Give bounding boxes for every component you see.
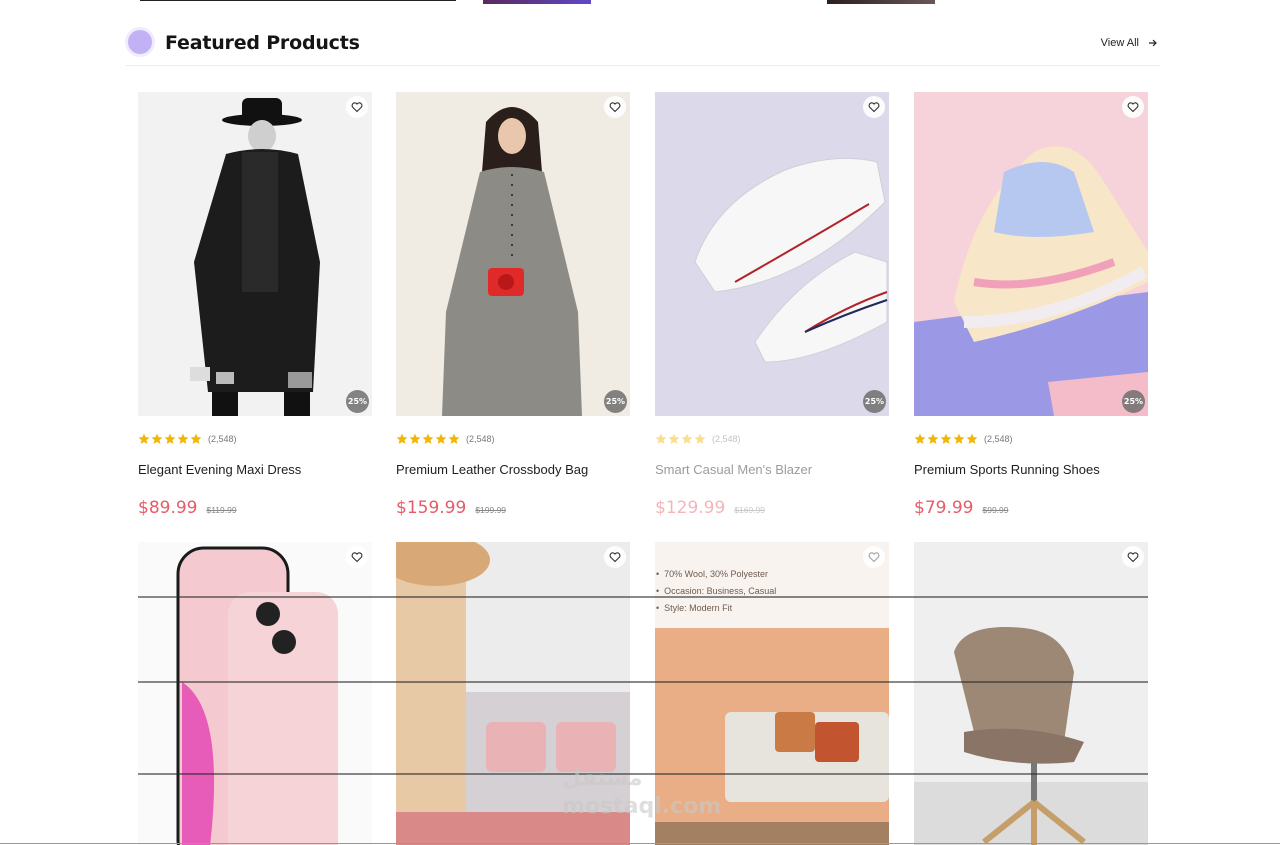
render-glitch-line — [138, 681, 1148, 683]
discount-badge: 25% — [1122, 390, 1145, 413]
star-icon — [435, 433, 447, 444]
page: Featured Products View All 25% (2,548) E… — [0, 0, 1280, 845]
product-card[interactable]: 25% (2,548) Elegant Evening Maxi Dress $… — [138, 92, 372, 518]
sale-price: $159.99 — [396, 498, 467, 518]
original-price: $99.99 — [982, 505, 1009, 515]
view-all-link[interactable]: View All — [1101, 37, 1158, 49]
sale-price: $79.99 — [914, 498, 974, 518]
product-card[interactable]: 25% (2,548) Premium Leather Crossbody Ba… — [396, 92, 630, 518]
rating: (2,548) — [396, 432, 630, 446]
heart-icon — [609, 102, 621, 113]
star-icon — [927, 433, 939, 444]
price-row: $89.99 $119.99 — [138, 498, 372, 518]
star-icon — [914, 433, 926, 444]
product-photo-phone-pink — [138, 542, 372, 845]
product-image[interactable]: 25% — [138, 92, 372, 416]
rating: (2,548) — [138, 432, 372, 446]
discount-badge: 25% — [604, 390, 627, 413]
wishlist-button[interactable] — [1122, 546, 1144, 568]
product-name[interactable]: Smart Casual Men's Blazer — [655, 462, 889, 477]
heart-icon — [609, 552, 621, 563]
section-title: Featured Products — [165, 32, 360, 54]
star-icon — [151, 433, 163, 444]
featured-header: Featured Products View All — [126, 26, 1160, 66]
stars — [655, 433, 706, 445]
product-card[interactable] — [914, 542, 1148, 845]
product-photo-woman-dress — [396, 92, 630, 416]
star-icon — [953, 433, 965, 444]
star-icon — [966, 433, 978, 444]
heart-icon — [1127, 102, 1139, 113]
star-icon — [668, 433, 680, 444]
product-photo-man-coat — [138, 92, 372, 416]
discount-badge: 25% — [346, 390, 369, 413]
heart-icon — [351, 552, 363, 563]
product-name[interactable]: Premium Leather Crossbody Bag — [396, 462, 630, 477]
star-icon — [681, 433, 693, 444]
previous-section-strip — [0, 0, 1280, 6]
hover-details-list: 70% Wool, 30% Polyester Occasion: Busine… — [656, 566, 776, 617]
star-icon — [694, 433, 706, 444]
wishlist-button[interactable] — [346, 96, 368, 118]
product-image[interactable] — [914, 542, 1148, 845]
product-image[interactable]: 25% — [914, 92, 1148, 416]
review-count: (2,548) — [208, 434, 237, 444]
view-all-label: View All — [1100, 37, 1139, 49]
price-row: $79.99 $99.99 — [914, 498, 1148, 518]
arrow-right-icon — [1149, 39, 1157, 47]
price-row: $159.99 $199.99 — [396, 498, 630, 518]
wishlist-button[interactable] — [604, 96, 626, 118]
rating: (2,548) — [914, 432, 1148, 446]
review-count: (2,548) — [984, 434, 1013, 444]
product-card[interactable]: 25% (2,548) Premium Sports Running Shoes… — [914, 92, 1148, 518]
star-icon — [655, 433, 667, 444]
product-card[interactable] — [138, 542, 372, 845]
sale-price: $89.99 — [138, 498, 198, 518]
original-price: $119.99 — [206, 505, 237, 515]
product-name[interactable]: Premium Sports Running Shoes — [914, 462, 1148, 477]
wishlist-button[interactable] — [604, 546, 626, 568]
original-price: $199.99 — [475, 505, 507, 515]
star-icon — [409, 433, 421, 444]
product-image[interactable]: 25% — [655, 92, 889, 416]
wishlist-button[interactable] — [1122, 96, 1144, 118]
price-row: $129.99 $169.99 — [655, 498, 889, 518]
bottom-rule — [0, 843, 1280, 844]
heart-icon — [351, 102, 363, 113]
star-icon — [396, 433, 408, 444]
stars — [138, 433, 202, 445]
render-glitch-line — [138, 596, 1148, 598]
rating: (2,548) — [655, 432, 889, 446]
star-icon — [190, 433, 202, 444]
product-image[interactable] — [138, 542, 372, 845]
product-photo-lounge-chair — [914, 542, 1148, 845]
product-photo-sneakers-pastel — [914, 92, 1148, 416]
review-count: (2,548) — [466, 434, 495, 444]
star-icon — [940, 433, 952, 444]
star-icon — [177, 433, 189, 444]
discount-badge: 25% — [863, 390, 886, 413]
stars — [914, 433, 978, 445]
review-count: (2,548) — [712, 434, 741, 444]
stars — [396, 433, 460, 445]
detail-item: 70% Wool, 30% Polyester — [656, 566, 776, 583]
product-card[interactable]: 25% (2,548) Smart Casual Men's Blazer $1… — [655, 92, 889, 518]
sale-price: $129.99 — [655, 498, 726, 518]
wishlist-button[interactable] — [863, 96, 885, 118]
heart-icon — [1127, 552, 1139, 563]
original-price: $169.99 — [734, 505, 766, 515]
star-icon — [448, 433, 460, 444]
star-icon — [138, 433, 150, 444]
detail-item: Style: Modern Fit — [656, 600, 776, 617]
product-photo-sneakers-white — [655, 92, 889, 416]
watermark-logo: مستقل mostaql.com — [562, 766, 722, 819]
section-dot-icon — [128, 30, 152, 54]
star-icon — [422, 433, 434, 444]
product-image[interactable]: 25% — [396, 92, 630, 416]
wishlist-button[interactable] — [346, 546, 368, 568]
star-icon — [164, 433, 176, 444]
heart-icon — [868, 102, 880, 113]
product-name[interactable]: Elegant Evening Maxi Dress — [138, 462, 372, 477]
